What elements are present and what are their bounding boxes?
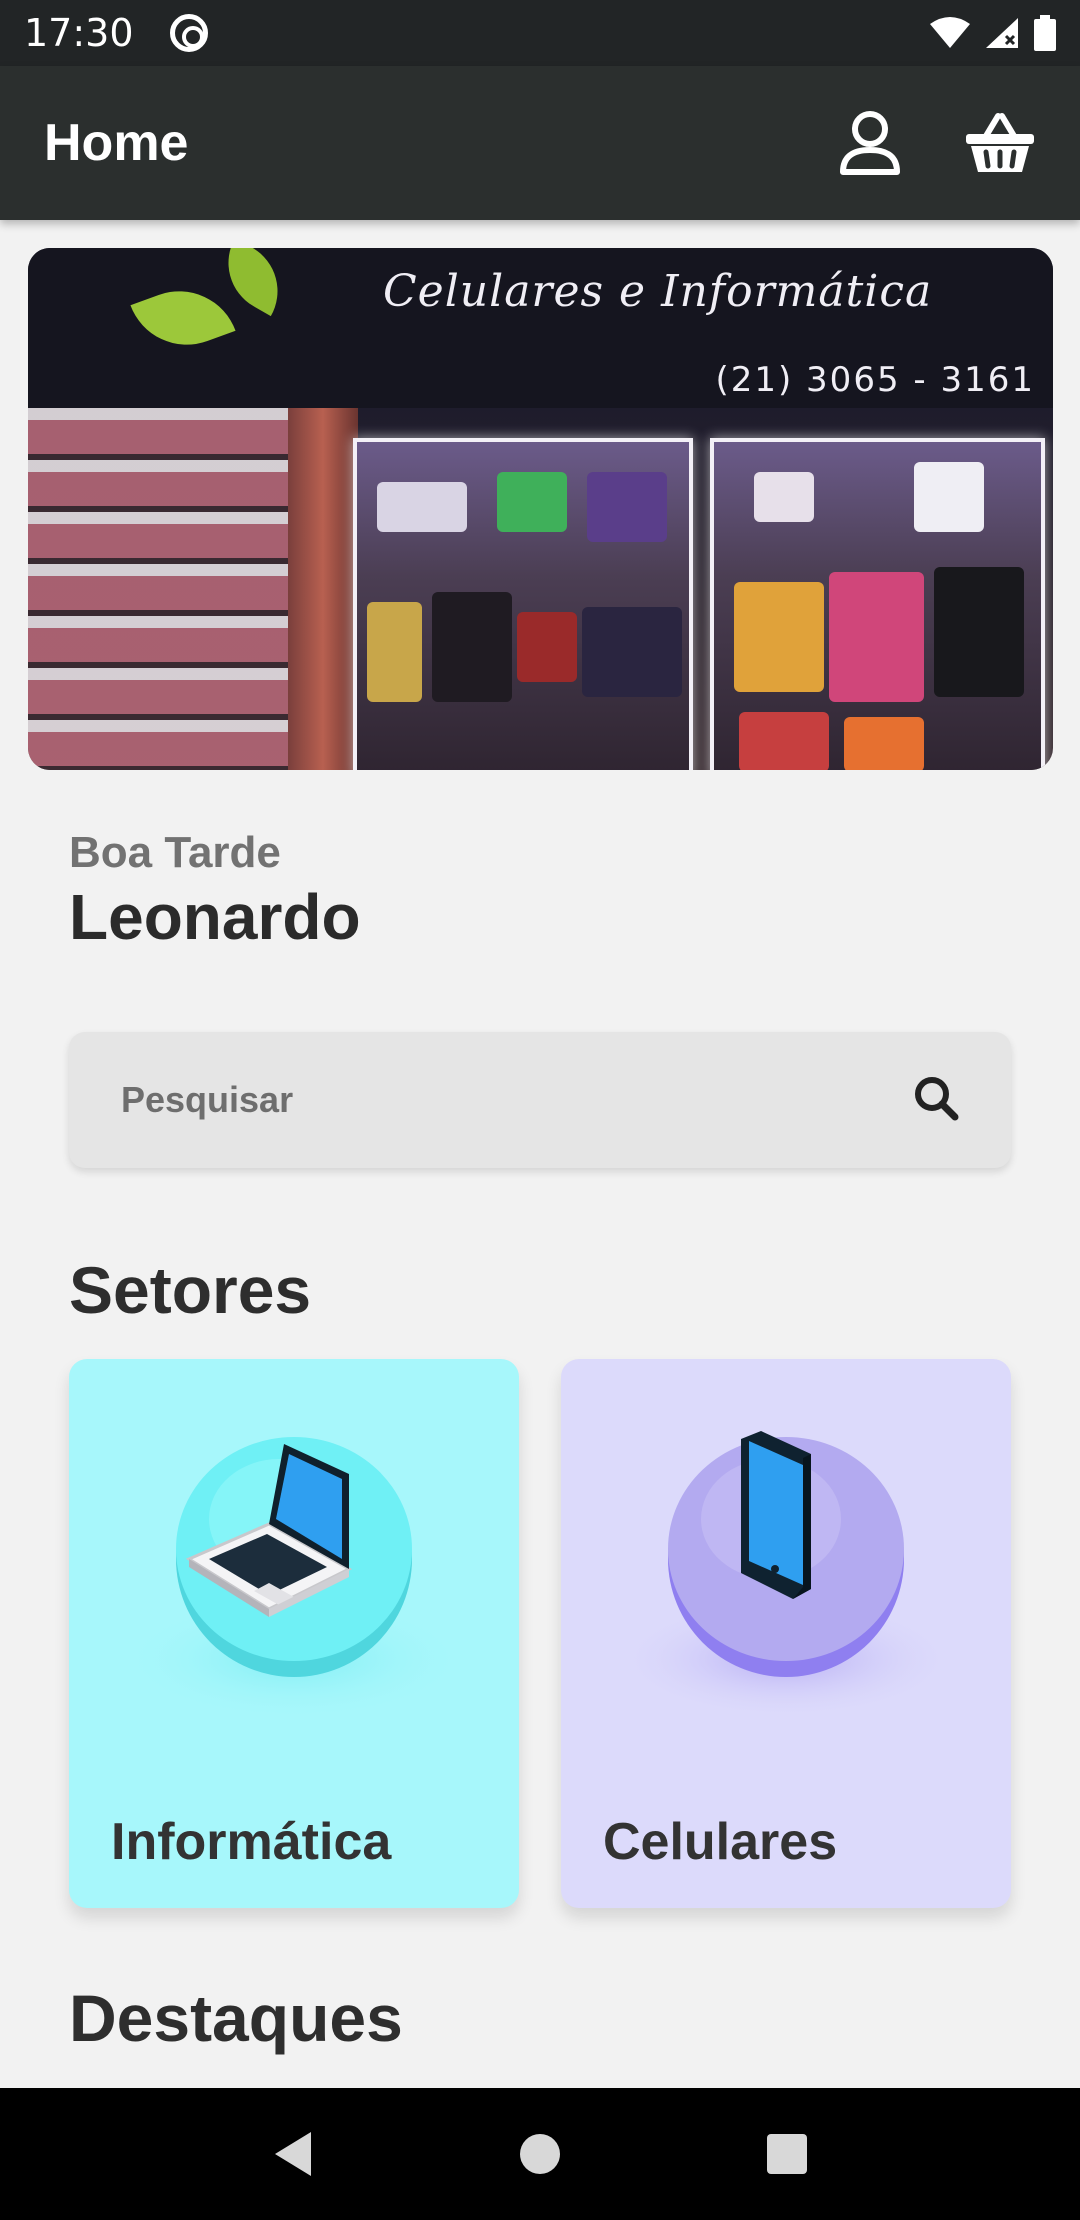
phone-case-shelf [28, 408, 288, 770]
category-card-informatica[interactable]: Informática [69, 1359, 519, 1908]
signal-icon [986, 18, 1018, 48]
at-icon [169, 14, 208, 52]
store-pillar [288, 408, 358, 770]
category-label: Celulares [603, 1813, 838, 1871]
category-label: Informática [111, 1813, 392, 1871]
page-title: Home [44, 114, 189, 172]
basket-icon [966, 113, 1034, 172]
status-time: 17:30 [24, 11, 134, 55]
user-name: Leonardo [69, 881, 361, 953]
search-input[interactable] [121, 1079, 913, 1121]
status-icons [930, 15, 1056, 51]
section-title-destaques: Destaques [69, 1981, 403, 2055]
laptop-icon [124, 1437, 464, 1719]
profile-icon [840, 111, 900, 175]
app-actions [834, 107, 1036, 179]
recents-icon [766, 2134, 807, 2174]
phone-icon [616, 1431, 956, 1719]
status-bar: 17:30 [0, 0, 1080, 66]
section-title-setores: Setores [69, 1253, 312, 1327]
store-banner-image[interactable]: Celulares e Informática (21) 3065 - 3161 [28, 248, 1053, 770]
back-icon [275, 2132, 312, 2176]
back-button[interactable] [263, 2124, 323, 2184]
sign-phone: (21) 3065 - 3161 [715, 360, 1035, 400]
home-icon [519, 2134, 560, 2174]
system-nav-bar [0, 2088, 1080, 2220]
home-button[interactable] [510, 2124, 570, 2184]
search-bar[interactable] [69, 1032, 1011, 1168]
sign-text: Celulares e Informática [383, 266, 933, 317]
wifi-icon [930, 17, 970, 48]
greeting-salutation: Boa Tarde [69, 828, 281, 877]
recents-button[interactable] [757, 2124, 817, 2184]
battery-icon [1034, 15, 1056, 51]
search-button[interactable] [913, 1075, 959, 1126]
category-card-celulares[interactable]: Celulares [561, 1359, 1011, 1908]
display-case-right [710, 438, 1045, 770]
app-bar: Home [0, 66, 1080, 220]
search-icon [915, 1076, 959, 1120]
display-case-left [353, 438, 693, 770]
basket-button[interactable] [964, 107, 1036, 179]
profile-button[interactable] [834, 107, 906, 179]
